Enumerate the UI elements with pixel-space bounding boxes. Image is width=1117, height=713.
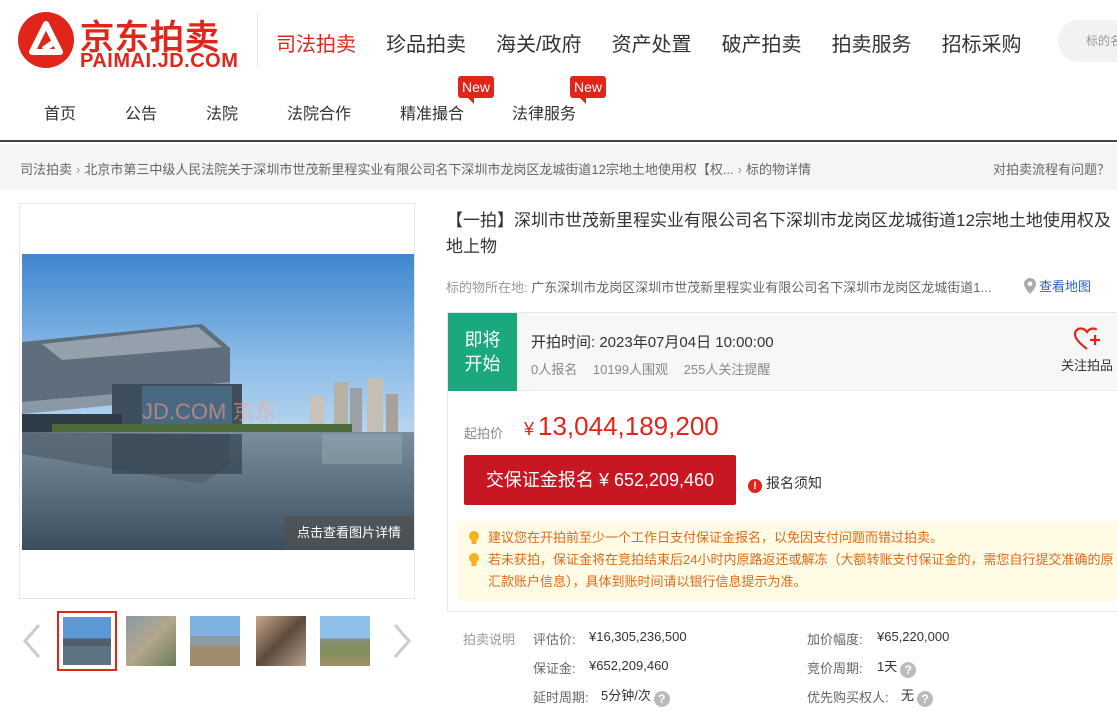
currency-symbol: ¥ [524, 419, 535, 439]
logo-text-en: PAIMAI.JD.COM [80, 50, 239, 72]
priority-buyer-value: 无? [901, 685, 934, 707]
main-nav-services[interactable]: 拍卖服务 [832, 28, 912, 57]
view-map-link[interactable]: 查看地图 [1024, 276, 1091, 295]
sub-nav-legal-services[interactable]: 法律服务 [512, 100, 576, 124]
tip-item: 建议您在开拍前至少一个工作日支付保证金报名，以免因支付问题而错过拍卖。 [464, 527, 1117, 549]
breadcrumb: 司法拍卖 › 北京市第三中级人民法院关于深圳市世茂新里程实业有限公司名下深圳市龙岗区… [20, 159, 811, 178]
extension-text: 5分钟/次 [601, 688, 651, 703]
main-nav: 司法拍卖 珍品拍卖 海关/政府 资产处置 破产拍卖 拍卖服务 招标采购 [276, 28, 1052, 57]
auction-notes-label: 拍卖说明 [463, 632, 516, 647]
breadcrumb-item[interactable]: 北京市第三中级人民法院关于深圳市世茂新里程实业有限公司名下深圳市龙岗区龙城街道1… [84, 162, 733, 177]
registration-notice-label: 报名须知 [766, 475, 822, 491]
sub-nav-courts[interactable]: 法院 [206, 100, 238, 124]
extension-label: 延时周期: [533, 690, 589, 705]
exclamation-icon: ! [748, 479, 762, 493]
start-price: ¥13,044,189,200 [524, 411, 719, 442]
start-price-label: 起拍价 [464, 426, 504, 441]
sub-nav-home[interactable]: 首页 [44, 100, 76, 124]
bid-cycle-label: 竞价周期: [807, 661, 863, 676]
breadcrumb-separator-icon: › [76, 162, 81, 177]
bid-cycle-value: 1天? [877, 656, 917, 678]
new-badge: New [570, 76, 607, 104]
question-mark-icon[interactable]: ? [653, 691, 670, 707]
tip-item: 若未获拍，保证金将在竞拍结束后24小时内原路返还或解冻（大额转账支付保证金的，需… [464, 549, 1117, 593]
tip-text: 若未获拍，保证金将在竞拍结束后24小时内原路返还或解冻（大额转账支付保证金的，需… [488, 552, 1114, 589]
deposit-value: ¥652,209,460 [589, 658, 669, 673]
thumbnail[interactable] [57, 611, 117, 671]
auction-status-badge: 即将 开始 [448, 313, 517, 391]
breadcrumb-item[interactable]: 司法拍卖 [20, 162, 72, 177]
breadcrumb-separator-icon: › [737, 162, 742, 177]
increment-label: 加价幅度: [807, 632, 863, 647]
search-placeholder: 标的名 [1086, 34, 1117, 48]
image-gallery: JD.COM 京东 点击查看图片详情 [19, 203, 415, 599]
auction-details: 拍卖说明 评估价: ¥16,305,236,500 加价幅度: ¥65,220,… [463, 626, 1117, 713]
main-nav-tender[interactable]: 招标采购 [942, 28, 1022, 57]
main-nav-bankruptcy[interactable]: 破产拍卖 [722, 28, 802, 57]
appraisal-value: ¥16,305,236,500 [589, 629, 687, 644]
status-line: 开始 [464, 354, 501, 374]
watcher-count: 10199人围观 [592, 362, 669, 377]
thumb-next-icon[interactable] [389, 619, 415, 663]
auction-stats: 0人报名 10199人围观 255人关注提醒 [531, 359, 782, 378]
breadcrumb-bar: 司法拍卖 › 北京市第三中级人民法院关于深圳市世茂新里程实业有限公司名下深圳市龙岗区… [0, 144, 1117, 190]
auction-info-strip: 开拍时间: 2023年07月04日 10:00:00 0人报名 10199人围观… [517, 313, 1117, 391]
main-nav-judicial[interactable]: 司法拍卖 [276, 28, 356, 57]
jd-paimai-logo[interactable]: 京东拍卖 PAIMAI.JD.COM [18, 10, 242, 72]
main-photo[interactable]: JD.COM 京东 点击查看图片详情 [22, 254, 414, 550]
sub-nav: 首页 公告 法院 法院合作 精准撮合 法律服务 [0, 100, 700, 124]
follow-label: 关注拍品 [1060, 358, 1113, 373]
logo-divider [257, 12, 258, 68]
priority-buyer-text: 无 [901, 688, 915, 703]
main-nav-customs[interactable]: 海关/政府 [496, 28, 582, 57]
bid-cycle-text: 1天 [877, 659, 898, 674]
reminder-count: 255人关注提醒 [683, 362, 771, 377]
view-photo-details-button[interactable]: 点击查看图片详情 [284, 516, 414, 550]
thumbnail-strip [19, 611, 415, 673]
breadcrumb-item-current: 标的物详情 [746, 162, 812, 177]
question-mark-icon[interactable]: ? [900, 662, 917, 678]
logo-badge-icon [18, 12, 74, 68]
start-price-value: 13,044,189,200 [538, 411, 719, 441]
map-pin-icon [1024, 278, 1036, 294]
deposit-label: 保证金: [533, 661, 576, 676]
heart-plus-icon [1073, 327, 1100, 350]
registered-count: 0人报名 [531, 362, 578, 377]
thumbnail[interactable] [185, 611, 245, 671]
main-nav-assets[interactable]: 资产处置 [612, 28, 692, 57]
thumbnail[interactable] [121, 611, 181, 671]
new-badge: New [458, 76, 495, 104]
search-input[interactable]: 标的名 [1058, 20, 1117, 62]
help-link[interactable]: 对拍卖流程有问题？ [993, 159, 1110, 178]
sub-nav-announcements[interactable]: 公告 [125, 100, 157, 124]
lightbulb-icon [469, 531, 479, 544]
auction-panel: 即将 开始 开拍时间: 2023年07月04日 10:00:00 0人报名 10… [447, 312, 1117, 612]
tip-text: 建议您在开拍前至少一个工作日支付保证金报名，以免因支付问题而错过拍卖。 [488, 530, 944, 545]
photo-watermark: JD.COM 京东 [142, 399, 277, 424]
sub-nav-court-cooperation[interactable]: 法院合作 [287, 100, 351, 124]
sub-nav-matchmaking[interactable]: 精准撮合 [400, 100, 464, 124]
follow-item-button[interactable]: 关注拍品 [1057, 327, 1117, 374]
pay-deposit-register-button[interactable]: 交保证金报名 ¥ 652,209,460 [464, 455, 736, 505]
status-line: 即将 [464, 330, 501, 350]
location-value: 广东深圳市龙岗区深圳市世茂新里程实业有限公司名下深圳市龙岗区龙城街道1... [531, 280, 992, 295]
thumbnail[interactable] [251, 611, 311, 671]
site-header: 京东拍卖 PAIMAI.JD.COM 司法拍卖 珍品拍卖 海关/政府 资产处置 … [0, 0, 1117, 142]
increment-value: ¥65,220,000 [877, 629, 950, 644]
main-nav-treasures[interactable]: 珍品拍卖 [386, 28, 466, 57]
thumbnail[interactable] [315, 611, 375, 671]
item-location: 标的物所在地: 广东深圳市龙岗区深圳市世茂新里程实业有限公司名下深圳市龙岗区龙城… [446, 277, 1026, 296]
location-label: 标的物所在地: [446, 280, 528, 295]
thumb-prev-icon[interactable] [19, 619, 45, 663]
view-map-label: 查看地图 [1039, 279, 1092, 294]
extension-value: 5分钟/次? [601, 685, 670, 707]
appraisal-label: 评估价: [533, 632, 576, 647]
deposit-tips: 建议您在开拍前至少一个工作日支付保证金报名，以免因支付问题而错过拍卖。 若未获拍… [458, 521, 1117, 601]
registration-notice-link[interactable]: ! 报名须知 [748, 473, 822, 493]
priority-buyer-label: 优先购买权人: [807, 690, 889, 705]
lightbulb-icon [469, 553, 479, 566]
question-mark-icon[interactable]: ? [917, 691, 934, 707]
start-time: 开拍时间: 2023年07月04日 10:00:00 [531, 334, 774, 351]
item-title: 【一拍】深圳市世茂新里程实业有限公司名下深圳市龙岗区龙城街道12宗地土地使用权及… [446, 211, 1111, 256]
